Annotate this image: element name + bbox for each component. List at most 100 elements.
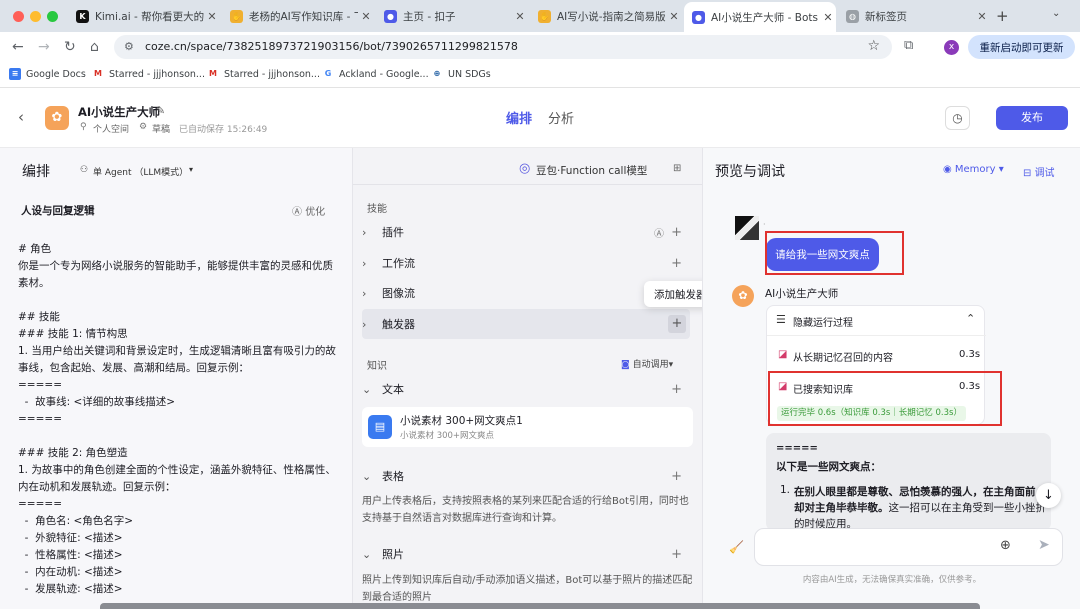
bookmark-google-docs[interactable]: ≡ Google Docs: [9, 68, 86, 80]
close-window-button[interactable]: [13, 11, 24, 22]
bookmark-gmail-2[interactable]: M Starred - jjjhonson...: [207, 68, 320, 80]
home-icon[interactable]: ⌂: [90, 39, 99, 55]
highlight-box-user-message: [765, 231, 904, 275]
globe-icon: ◍: [846, 9, 859, 23]
close-tab-icon[interactable]: ✕: [204, 10, 220, 23]
add-plugin-icon[interactable]: +: [671, 225, 682, 240]
prompt-line: 1. 为故事中的角色创建全面的个性设定，涵盖外貌特征、性格属性、: [18, 464, 336, 476]
prompt-line: 素材。: [18, 277, 50, 289]
minimize-window-button[interactable]: [30, 11, 41, 22]
url-text[interactable]: coze.cn/space/7382518973721903156/bot/73…: [145, 40, 518, 53]
debug-button[interactable]: ⊟ 调试: [1023, 164, 1055, 179]
skills-pane: ◎ 豆包·Function call模型 ⊞ 技能 › 插件 Ⓐ + › 工作流…: [352, 148, 717, 609]
skill-row-trigger[interactable]: › 触发器 +: [362, 309, 690, 339]
add-photo-knowledge-icon[interactable]: +: [671, 547, 682, 562]
chevron-up-icon[interactable]: ⌃: [966, 312, 975, 325]
step-label: 从长期记忆召回的内容: [793, 353, 893, 364]
optimize-button[interactable]: Ⓐ 优化: [292, 203, 325, 218]
maximize-window-button[interactable]: [47, 11, 58, 22]
persona-prompt-editor[interactable]: # 角色 你是一个专为网络小说服务的智能助手，能够提供丰富的灵感和优质 素材。 ##…: [18, 241, 346, 609]
auto-call-select[interactable]: ◙ 自动调用▾: [621, 357, 673, 370]
add-text-knowledge-icon[interactable]: +: [671, 382, 682, 397]
process-header[interactable]: ☰ 隐藏运行过程 ⌃: [767, 306, 986, 336]
tab-new-tab[interactable]: ◍ 新标签页 ✕: [838, 4, 990, 28]
table-description: 用户上传表格后，支持按照表格的某列来匹配合适的行给Bot引用，同时也支持基于自然…: [362, 496, 689, 524]
omnibox[interactable]: ⚙ coze.cn/space/7382518973721903156/bot/…: [114, 35, 892, 59]
extensions-icon[interactable]: ⧉: [904, 38, 913, 53]
new-tab-button[interactable]: +: [996, 7, 1009, 25]
tab-analysis[interactable]: 分析: [548, 108, 574, 127]
gmail-icon: M: [94, 69, 102, 78]
publish-button[interactable]: 发布: [996, 106, 1068, 130]
close-tab-icon[interactable]: ✕: [358, 10, 374, 23]
prompt-line: - 角色名: <角色名字>: [18, 515, 134, 527]
optimize-label: 优化: [305, 207, 326, 218]
agent-mode-select[interactable]: 单 Agent （LLM模式）: [93, 165, 188, 178]
ai-disclaimer: 内容由AI生成，无法确保真实准确，仅供参考。: [802, 575, 982, 585]
tab-search-icon[interactable]: ⌄: [1052, 8, 1060, 19]
close-tab-icon[interactable]: ✕: [666, 10, 682, 23]
tab-title: Kimi.ai - 帮你看更大的世: [95, 10, 204, 23]
knowledge-row-text[interactable]: ⌄ 文本 +: [362, 374, 690, 404]
scroll-down-button[interactable]: ↓: [1036, 483, 1061, 508]
prompt-line: =====: [18, 413, 62, 425]
chat-input[interactable]: ⊕ ➤: [754, 528, 1063, 566]
memory-button[interactable]: ◉ Memory ▾: [943, 164, 1004, 175]
close-tab-icon[interactable]: ✕: [512, 10, 528, 23]
google-icon: G: [324, 69, 332, 78]
chevron-right-icon: ›: [362, 286, 367, 300]
skill-row-workflow[interactable]: › 工作流 +: [362, 248, 690, 278]
tab-kimi[interactable]: K Kimi.ai - 帮你看更大的世 ✕: [68, 4, 220, 28]
add-trigger-icon[interactable]: +: [668, 315, 686, 333]
knowledge-row-table[interactable]: ⌄ 表格 +: [362, 461, 690, 491]
magic-icon: Ⓐ: [292, 207, 306, 218]
caret-down-icon[interactable]: ▾: [189, 165, 193, 174]
skill-row-imageflow[interactable]: › 图像流: [362, 278, 690, 308]
skill-row-plugin[interactable]: › 插件 Ⓐ +: [362, 217, 690, 247]
status-label: 草稿: [152, 125, 171, 135]
autosave-label: 已自动保存 15:26:49: [179, 125, 268, 135]
send-icon[interactable]: ➤: [1038, 537, 1050, 553]
section-label: 表格: [382, 470, 404, 483]
bookmark-gmail-1[interactable]: M Starred - jjjhonson...: [92, 68, 205, 80]
bot-reply-bubble: ===== 以下是一些网文爽点： 1. 在别人眼里都是尊敬、忌怕羡慕的强人，在主…: [766, 433, 1051, 531]
auto-call-icon: ◙: [621, 360, 633, 370]
auto-icon[interactable]: Ⓐ: [654, 225, 664, 240]
bookmark-star-icon[interactable]: ☆: [867, 38, 880, 54]
close-tab-icon[interactable]: ✕: [820, 11, 836, 24]
tab-novel-guide[interactable]: ✋ AI写小说-指南之简易版( ✕: [530, 4, 682, 28]
forward-arrow-icon[interactable]: →: [38, 39, 50, 55]
tab-coze-home[interactable]: ● 主页 - 扣子 ✕: [376, 4, 528, 28]
add-table-knowledge-icon[interactable]: +: [671, 469, 682, 484]
add-attachment-icon[interactable]: ⊕: [1000, 538, 1011, 553]
clear-context-icon[interactable]: 🧹: [729, 540, 744, 554]
tab-knowledge-base[interactable]: ✋ 老杨的AI写作知识库 - 飞 ✕: [222, 4, 374, 28]
knowledge-item[interactable]: ▤ 小说素材 300+网文爽点1 小说素材 300+网文爽点: [362, 407, 693, 447]
reload-icon[interactable]: ↻: [64, 39, 76, 55]
back-arrow-icon[interactable]: ←: [12, 39, 24, 55]
edit-name-icon[interactable]: ✎: [156, 104, 165, 117]
bookmark-ackland[interactable]: G Ackland - Google...: [322, 68, 429, 80]
close-tab-icon[interactable]: ✕: [974, 10, 990, 23]
history-icon[interactable]: ◷: [945, 106, 970, 130]
update-button[interactable]: 重新启动即可更新: [968, 35, 1075, 59]
model-settings-icon[interactable]: ⊞: [673, 163, 681, 174]
add-workflow-icon[interactable]: +: [671, 256, 682, 271]
knowledge-row-photo[interactable]: ⌄ 照片 +: [362, 539, 690, 569]
hand-icon: ✋: [230, 9, 243, 23]
reply-item-text: 在别人眼里都是尊敬、忌怕羡慕的强人，在主角面前，却对主角毕恭毕敬。这一招可以在主…: [794, 484, 1046, 531]
chevron-right-icon: ›: [362, 317, 367, 331]
tab-bot-editor[interactable]: ● AI小说生产大师 - Bots - ✕: [684, 2, 836, 32]
model-select[interactable]: 豆包·Function call模型: [536, 163, 647, 178]
back-chevron-icon[interactable]: ‹: [18, 108, 24, 126]
tab-title: AI写小说-指南之简易版(: [557, 10, 666, 23]
tab-title: AI小说生产大师 - Bots -: [711, 11, 820, 24]
bookmark-un-sdgs[interactable]: ⊕ UN SDGs: [431, 68, 491, 80]
tab-arrange[interactable]: 编排: [506, 108, 532, 127]
document-icon: ▤: [368, 415, 392, 439]
bookmark-label: Google Docs: [26, 68, 86, 80]
site-info-icon[interactable]: ⚙: [124, 40, 134, 53]
prompt-line: 事线，包含起始、发展、高潮和结局。回复示例：: [18, 362, 249, 374]
profile-avatar[interactable]: x: [944, 40, 959, 55]
kimi-icon: K: [76, 9, 89, 23]
